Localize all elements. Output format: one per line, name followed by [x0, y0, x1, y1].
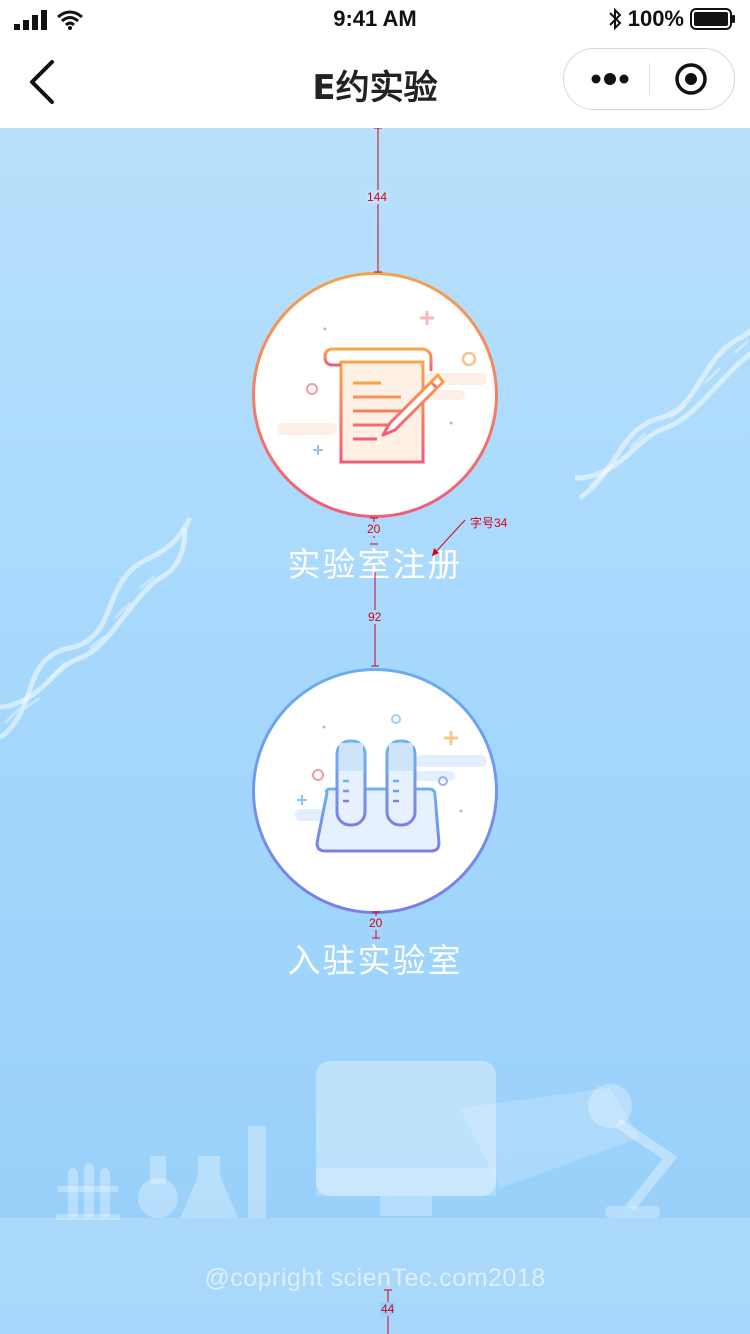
more-icon[interactable]	[586, 69, 634, 89]
dimension-label-top: 144	[366, 190, 389, 204]
main-content: 实验室注册 入驻实验室 144 20 字号34 92 20 44 @coprig…	[0, 128, 750, 1334]
close-mini-program-icon[interactable]	[674, 62, 708, 96]
dimension-label-card2: 20	[368, 916, 384, 930]
battery-icon	[690, 8, 735, 30]
battery-percent: 100%	[627, 6, 684, 31]
redline-annotations	[370, 128, 466, 1334]
dimension-label-card1: 20	[366, 522, 382, 536]
copyright-text: @copright scienTec.com2018	[204, 1264, 546, 1292]
capsule-divider	[649, 63, 650, 95]
font-size-note: 字号34	[470, 516, 508, 530]
mini-program-capsule	[563, 48, 735, 110]
dimension-label-bottom: 44	[380, 1302, 396, 1316]
status-right: 100%	[608, 6, 736, 32]
dimension-label-between: 92	[367, 610, 383, 624]
status-bar: 9:41 AM 100%	[0, 0, 750, 40]
nav-bar: E约实验	[0, 40, 750, 128]
bluetooth-icon	[609, 7, 622, 31]
